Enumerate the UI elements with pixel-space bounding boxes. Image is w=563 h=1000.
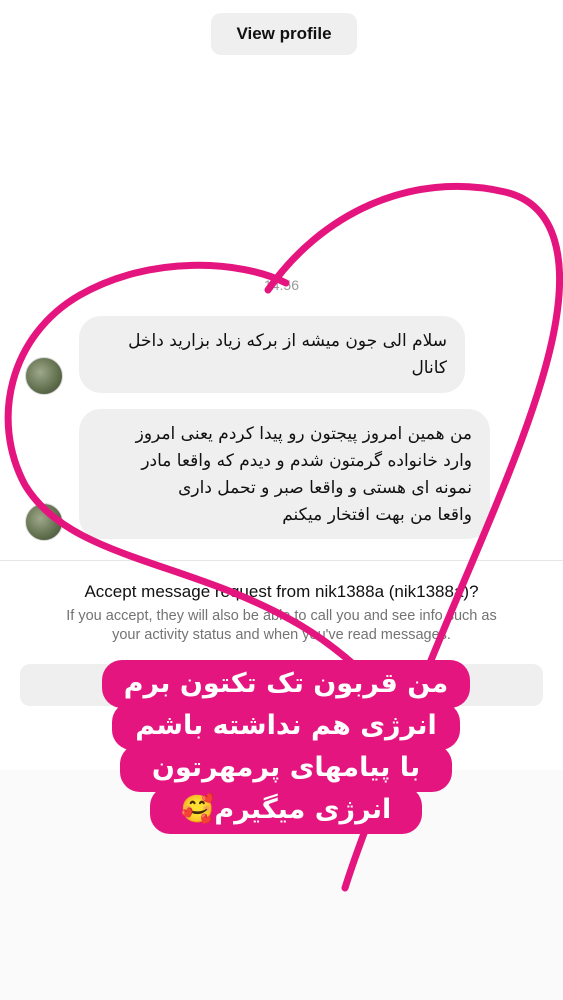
sticker-line: من قربون تک تکتون برم <box>123 668 449 699</box>
sticker-line: انرژی هم نداشته باشم <box>135 710 437 741</box>
text-sticker[interactable]: من قربون تک تکتون برم انرژی هم نداشته با… <box>96 658 476 838</box>
sticker-line: با پیامهای پرمهرتون <box>151 752 421 783</box>
sticker-line: انرژی میگیرم🥰 <box>180 794 392 825</box>
heart-doodle <box>4 182 563 892</box>
